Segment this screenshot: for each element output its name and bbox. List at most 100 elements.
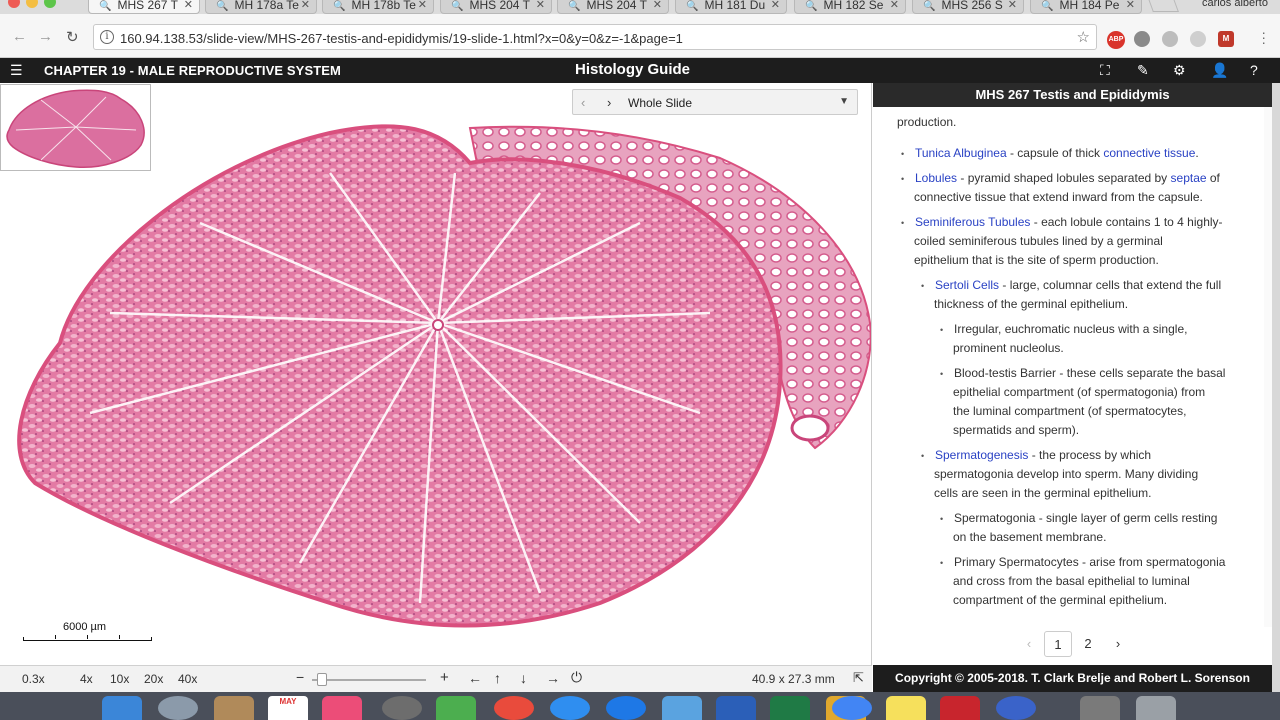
term-link[interactable]: connective tissue — [1103, 146, 1195, 160]
acrobat-icon[interactable] — [940, 696, 980, 720]
browser-tab[interactable]: 🔍 MHS 267 T ✕ — [88, 0, 200, 14]
maps-icon[interactable] — [436, 696, 476, 720]
trash-icon[interactable] — [1136, 696, 1176, 720]
profile-name[interactable]: carlos alberto — [1202, 0, 1268, 9]
fullscreen-icon[interactable]: ⛶ — [1100, 62, 1110, 79]
pan-down-icon[interactable]: ↓ — [520, 670, 527, 686]
slide-name[interactable]: Whole Slide — [628, 96, 692, 110]
close-window-button[interactable] — [8, 0, 20, 8]
browser-tab[interactable]: 🔍 MH 182 Se ✕ — [794, 0, 906, 14]
new-tab-button[interactable] — [1147, 0, 1179, 12]
close-icon[interactable]: ✕ — [418, 0, 427, 11]
pan-left-icon[interactable]: ← — [468, 670, 482, 686]
url-text[interactable]: 160.94.138.53/slide-view/MHS-267-testis-… — [120, 31, 683, 46]
excel-icon[interactable] — [770, 696, 810, 720]
back-icon[interactable]: ← — [12, 28, 27, 45]
term-link[interactable]: Spermatogenesis — [935, 448, 1028, 462]
close-icon[interactable]: ✕ — [771, 0, 780, 11]
app-store-icon[interactable] — [606, 696, 646, 720]
browser-tab[interactable]: 🔍 MHS 204 T ✕ — [557, 0, 669, 14]
page-button-1[interactable]: 1 — [1044, 631, 1072, 657]
maximize-window-button[interactable] — [44, 0, 56, 8]
extension-circle-icon[interactable] — [1162, 31, 1178, 47]
pin-icon[interactable]: ✎ — [1137, 62, 1149, 79]
browser-tab[interactable]: 🔍 MH 178a Te ✕ — [205, 0, 317, 14]
adblock-plus-icon[interactable]: ABP — [1107, 31, 1125, 49]
slide-viewer[interactable]: ‹ › Whole Slide ▼ 6000 µm — [0, 83, 872, 665]
close-icon[interactable]: ✕ — [301, 0, 310, 11]
zoom-slider-track[interactable] — [312, 679, 426, 681]
safari-icon[interactable] — [550, 696, 590, 720]
previous-slide-icon[interactable]: ‹ — [581, 95, 585, 110]
system-preferences-icon[interactable] — [382, 696, 422, 720]
pan-up-icon[interactable]: ↑ — [494, 670, 501, 686]
hamburger-menu-icon[interactable]: ☰ — [10, 62, 23, 79]
previous-page-icon[interactable]: ‹ — [1015, 631, 1043, 657]
browser-tab[interactable]: 🔍 MH 181 Du ✕ — [675, 0, 787, 14]
zoom-preset-40x[interactable]: 40x — [178, 672, 197, 686]
term-link[interactable]: Tunica Albuginea — [915, 146, 1007, 160]
term-link[interactable]: Lobules — [915, 171, 957, 185]
launchpad-icon[interactable] — [158, 696, 198, 720]
notes-icon[interactable] — [886, 696, 926, 720]
address-bar[interactable]: i 160.94.138.53/slide-view/MHS-267-testi… — [93, 24, 1097, 50]
music-icon[interactable] — [322, 696, 362, 720]
close-icon[interactable]: ✕ — [653, 0, 662, 11]
slide-thumbnail[interactable] — [0, 84, 151, 171]
search-icon: 🔍 — [451, 1, 464, 12]
chrome-icon[interactable] — [832, 696, 872, 720]
user-icon[interactable]: 👤 — [1211, 62, 1228, 79]
extension-gear-icon[interactable] — [1134, 31, 1150, 47]
chevron-down-icon[interactable]: ▼ — [839, 96, 849, 107]
zoom-preset-10x[interactable]: 10x — [110, 672, 129, 686]
close-icon[interactable]: ✕ — [184, 0, 193, 11]
page-button-2[interactable]: 2 — [1074, 631, 1102, 657]
browser-tab[interactable]: 🔍 MH 178b Te ✕ — [322, 0, 434, 14]
browser-tab[interactable]: 🔍 MHS 204 T ✕ — [440, 0, 552, 14]
next-page-icon[interactable]: › — [1104, 631, 1132, 657]
browser-tab[interactable]: 🔍 MHS 256 S ✕ — [912, 0, 1024, 14]
close-icon[interactable]: ✕ — [1126, 0, 1135, 11]
page-scrollbar[interactable] — [1272, 83, 1280, 692]
close-icon[interactable]: ✕ — [536, 0, 545, 11]
collapse-panel-icon[interactable]: ⇱ — [853, 670, 864, 686]
zoom-preset-4x[interactable]: 4x — [80, 672, 93, 686]
zoom-slider-handle[interactable] — [317, 673, 328, 686]
site-info-icon[interactable]: i — [100, 30, 114, 44]
finder-icon[interactable] — [102, 696, 142, 720]
zoom-in-icon[interactable]: + — [440, 669, 449, 686]
site-brand[interactable]: Histology Guide — [575, 61, 690, 78]
word-icon[interactable] — [716, 696, 756, 720]
term-link[interactable]: Seminiferous Tubules — [915, 215, 1030, 229]
pan-right-icon[interactable]: → — [546, 670, 560, 686]
next-slide-icon[interactable]: › — [607, 95, 611, 110]
panel-scrollbar[interactable] — [1264, 107, 1272, 627]
contacts-icon[interactable] — [214, 696, 254, 720]
minimize-window-button[interactable] — [26, 0, 38, 8]
calendar-icon[interactable]: MAY — [268, 696, 308, 720]
forward-icon[interactable]: → — [38, 28, 53, 45]
preview-icon[interactable] — [662, 696, 702, 720]
bookmark-star-icon[interactable]: ☆ — [1077, 28, 1090, 46]
reset-view-icon[interactable]: ⏻ — [571, 669, 582, 686]
reload-icon[interactable]: ↻ — [66, 28, 79, 46]
extension-m-icon[interactable]: M — [1218, 31, 1234, 47]
term-link[interactable]: septae — [1171, 171, 1207, 185]
gear-icon[interactable]: ⚙ — [1173, 62, 1186, 79]
slide-selector[interactable]: ‹ › Whole Slide ▼ — [572, 89, 858, 115]
extension-globe-icon[interactable] — [1190, 31, 1206, 47]
close-icon[interactable]: ✕ — [1008, 0, 1017, 11]
photos-icon[interactable] — [494, 696, 534, 720]
zoom-app-icon[interactable] — [996, 696, 1036, 720]
panel-text-line: production. — [897, 115, 956, 129]
help-icon[interactable]: ? — [1250, 62, 1258, 78]
browser-tab[interactable]: 🔍 MH 184 Pe ✕ — [1030, 0, 1142, 14]
chapter-title[interactable]: CHAPTER 19 - MALE REPRODUCTIVE SYSTEM — [44, 63, 341, 78]
downloads-folder-icon[interactable] — [1080, 696, 1120, 720]
panel-content[interactable]: production. • Tunica Albuginea - capsule o… — [873, 107, 1272, 607]
term-link[interactable]: Sertoli Cells — [935, 278, 999, 292]
zoom-out-icon[interactable]: − — [296, 669, 304, 685]
browser-menu-icon[interactable]: · · · — [1261, 25, 1266, 49]
zoom-preset-20x[interactable]: 20x — [144, 672, 163, 686]
close-icon[interactable]: ✕ — [890, 0, 899, 11]
